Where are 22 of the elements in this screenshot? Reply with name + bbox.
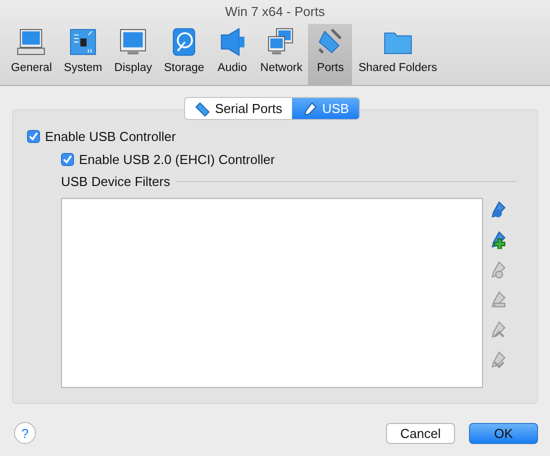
ok-button[interactable]: OK [469, 422, 538, 444]
toolbar-button[interactable]: Shared Folders [352, 24, 444, 86]
add-device-button[interactable] [489, 231, 507, 249]
tab[interactable]: Serial Ports [185, 98, 292, 119]
toolbar-button[interactable]: Network [254, 24, 308, 86]
enable-usb-checkbox[interactable]: Enable USB Controller [27, 129, 176, 144]
toolbar-button[interactable]: System [58, 24, 108, 86]
cancel-button[interactable]: Cancel [386, 422, 455, 444]
toolbar-button[interactable]: Display [108, 24, 158, 86]
toolbar-button[interactable]: General [5, 24, 58, 86]
toolbar-button[interactable]: Ports [308, 24, 352, 86]
checkbox[interactable] [61, 153, 74, 166]
toolbar-button[interactable]: Audio [210, 24, 254, 86]
checkbox[interactable] [27, 130, 40, 143]
computer-icon [15, 26, 48, 58]
add-filter-button[interactable] [489, 201, 507, 219]
toolbar-button[interactable]: Storage [158, 24, 210, 86]
usb-plug-icon [302, 100, 318, 116]
window-title: Win 7 x64 - Ports [224, 3, 326, 21]
enable-ehci-checkbox[interactable]: Enable USB 2.0 (EHCI) Controller [61, 152, 275, 167]
help-button[interactable]: ? [14, 422, 36, 444]
section-label: USB Device Filters [61, 174, 170, 189]
